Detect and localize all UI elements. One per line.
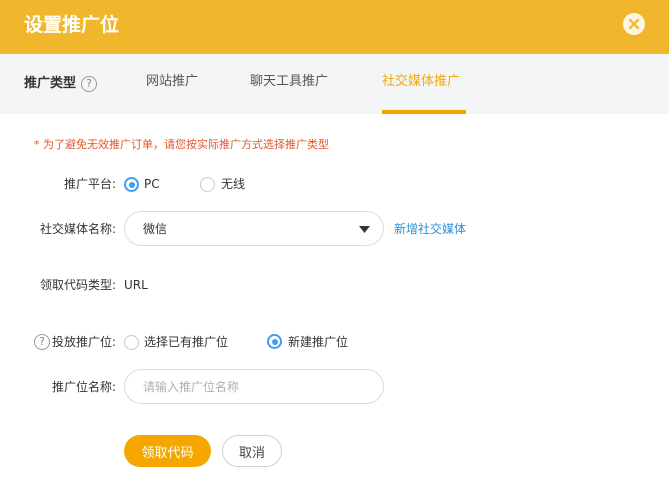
- media-name-label: 社交媒体名称:: [40, 222, 117, 236]
- placement-help-icon[interactable]: ?: [34, 334, 50, 350]
- close-button[interactable]: [623, 13, 645, 35]
- promotion-type-tabbar: 推广类型 ? 网站推广 聊天工具推广 社交媒体推广: [0, 54, 669, 114]
- platform-wireless-radio[interactable]: [200, 177, 215, 192]
- notice-text: * 为了避免无效推广订单，请您按实际推广方式选择推广类型: [34, 138, 329, 151]
- code-type-value: URL: [124, 278, 148, 292]
- platform-pc-label[interactable]: PC: [144, 176, 160, 192]
- placement-new-radio[interactable]: [267, 334, 282, 349]
- placement-name-input[interactable]: [124, 369, 384, 404]
- placement-name-label: 推广位名称:: [52, 380, 117, 394]
- close-icon: [628, 18, 640, 30]
- platform-label: 推广平台:: [64, 177, 117, 191]
- cancel-button[interactable]: 取消: [222, 435, 282, 467]
- media-name-selected-value: 微信: [143, 222, 168, 236]
- dialog-title: 设置推广位: [24, 14, 120, 36]
- tab-website-promotion[interactable]: 网站推广: [146, 73, 198, 91]
- active-tab-indicator: [382, 110, 466, 114]
- code-type-label: 领取代码类型:: [40, 278, 117, 292]
- promotion-type-label: 推广类型: [24, 76, 77, 91]
- tab-chat-tool-promotion[interactable]: 聊天工具推广: [250, 73, 328, 91]
- help-icon[interactable]: ?: [81, 76, 97, 92]
- dialog-header: 设置推广位: [0, 0, 669, 54]
- placement-existing-radio[interactable]: [124, 335, 139, 350]
- chevron-down-icon: [359, 226, 370, 233]
- platform-wireless-label[interactable]: 无线: [221, 176, 245, 192]
- media-name-select[interactable]: 微信: [124, 211, 384, 246]
- placement-label: 投放推广位:: [52, 335, 117, 349]
- add-social-media-link[interactable]: 新增社交媒体: [394, 221, 466, 237]
- tab-social-media-promotion[interactable]: 社交媒体推广: [382, 73, 460, 91]
- placement-existing-label[interactable]: 选择已有推广位: [144, 334, 228, 350]
- platform-pc-radio[interactable]: [124, 177, 139, 192]
- placement-new-label[interactable]: 新建推广位: [288, 334, 348, 350]
- get-code-button[interactable]: 领取代码: [124, 435, 211, 467]
